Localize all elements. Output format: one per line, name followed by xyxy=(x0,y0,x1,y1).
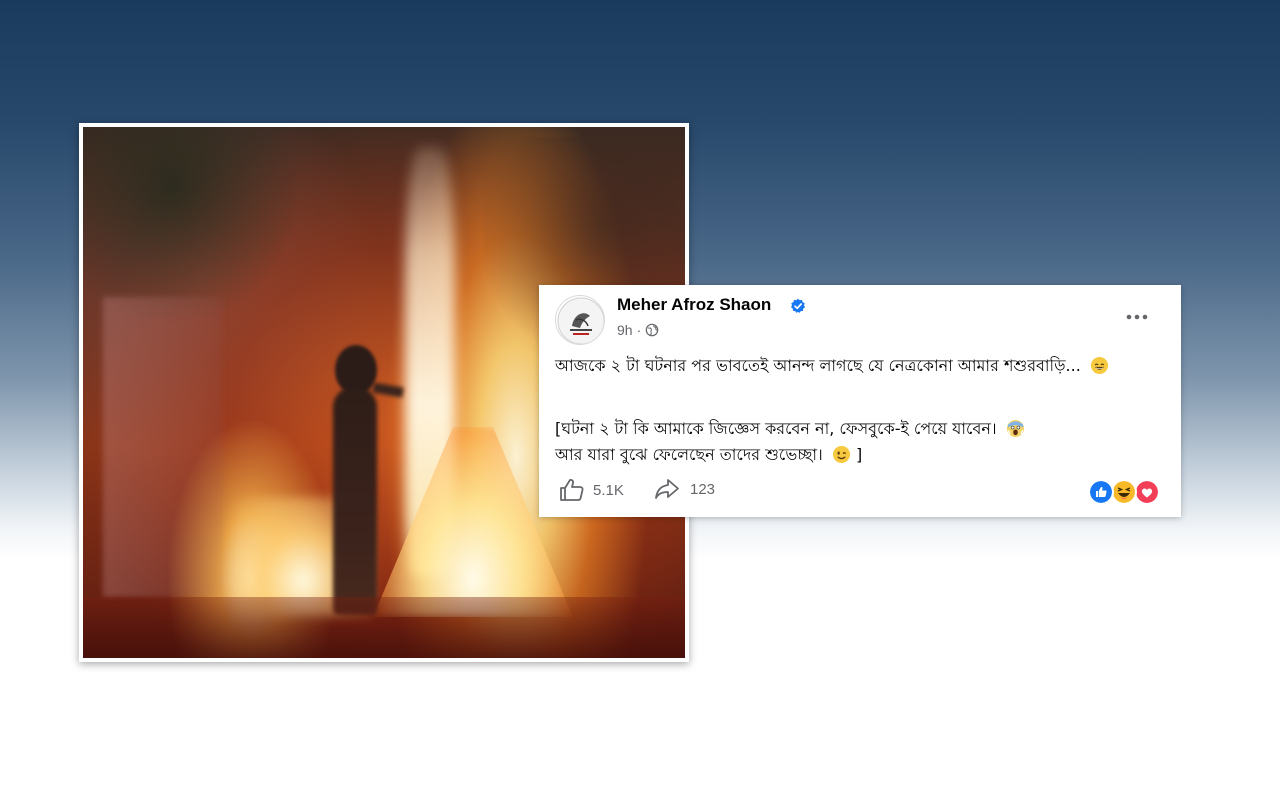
more-options-button[interactable] xyxy=(1121,305,1153,329)
avatar[interactable] xyxy=(555,295,605,345)
facebook-post-card: Meher Afroz Shaon 9h · আজকে ২ টা ঘটনার প… xyxy=(539,285,1181,517)
post-meta: 9h · xyxy=(617,322,659,338)
post-text-paragraph-2: [ঘটনা ২ টা কি আমাকে জিজ্ঞেস করবেন না, ফে… xyxy=(555,416,1155,468)
share-count: 123 xyxy=(690,480,716,498)
post-text-bracket: ] xyxy=(855,445,863,464)
love-reaction-icon xyxy=(1134,479,1160,505)
more-options-icon xyxy=(1126,314,1148,320)
share-button[interactable]: 123 xyxy=(654,478,715,500)
photo-wall xyxy=(103,297,223,597)
post-text-line: আজকে ২ টা ঘটনার পর ভাবতেই আনন্দ লাগছে যে… xyxy=(555,356,1081,375)
silhouette-arm xyxy=(372,382,404,398)
verified-badge-icon xyxy=(791,298,805,313)
post-text-paragraph-1: আজকে ২ টা ঘটনার পর ভাবতেই আনন্দ লাগছে যে… xyxy=(555,353,1155,379)
like-button[interactable]: 5.1K xyxy=(559,478,624,502)
reaction-summary[interactable] xyxy=(1088,479,1160,505)
photo-ground xyxy=(83,597,685,658)
share-arrow-icon xyxy=(655,479,679,499)
winking-face-emoji-icon xyxy=(832,445,850,464)
post-text-line: [ঘটনা ২ টা কি আমাকে জিজ্ঞেস করবেন না, ফে… xyxy=(555,419,997,438)
like-count: 5.1K xyxy=(593,481,624,499)
haha-reaction-icon xyxy=(1111,479,1137,505)
globe-icon xyxy=(645,323,659,337)
post-timestamp[interactable]: 9h xyxy=(617,322,633,338)
silhouette-body xyxy=(333,387,377,615)
thumbs-up-icon xyxy=(560,479,584,501)
grinning-emoji-icon xyxy=(1090,356,1108,375)
screaming-face-emoji-icon xyxy=(1006,419,1024,438)
post-text-line: আর যারা বুঝে ফেলেছেন তাদের শুভেচ্ছা। xyxy=(555,445,823,464)
post-author-name[interactable]: Meher Afroz Shaon xyxy=(617,295,771,315)
photo-person-silhouette xyxy=(325,345,404,615)
post-text-line-2: আর যারা বুঝে ফেলেছেন তাদের শুভেচ্ছা। ] xyxy=(555,442,1155,468)
avatar-logo-icon xyxy=(557,297,604,344)
like-reaction-icon xyxy=(1088,479,1114,505)
meta-separator: · xyxy=(636,322,642,338)
post-text-line-1: [ঘটনা ২ টা কি আমাকে জিজ্ঞেস করবেন না, ফে… xyxy=(555,416,1155,442)
